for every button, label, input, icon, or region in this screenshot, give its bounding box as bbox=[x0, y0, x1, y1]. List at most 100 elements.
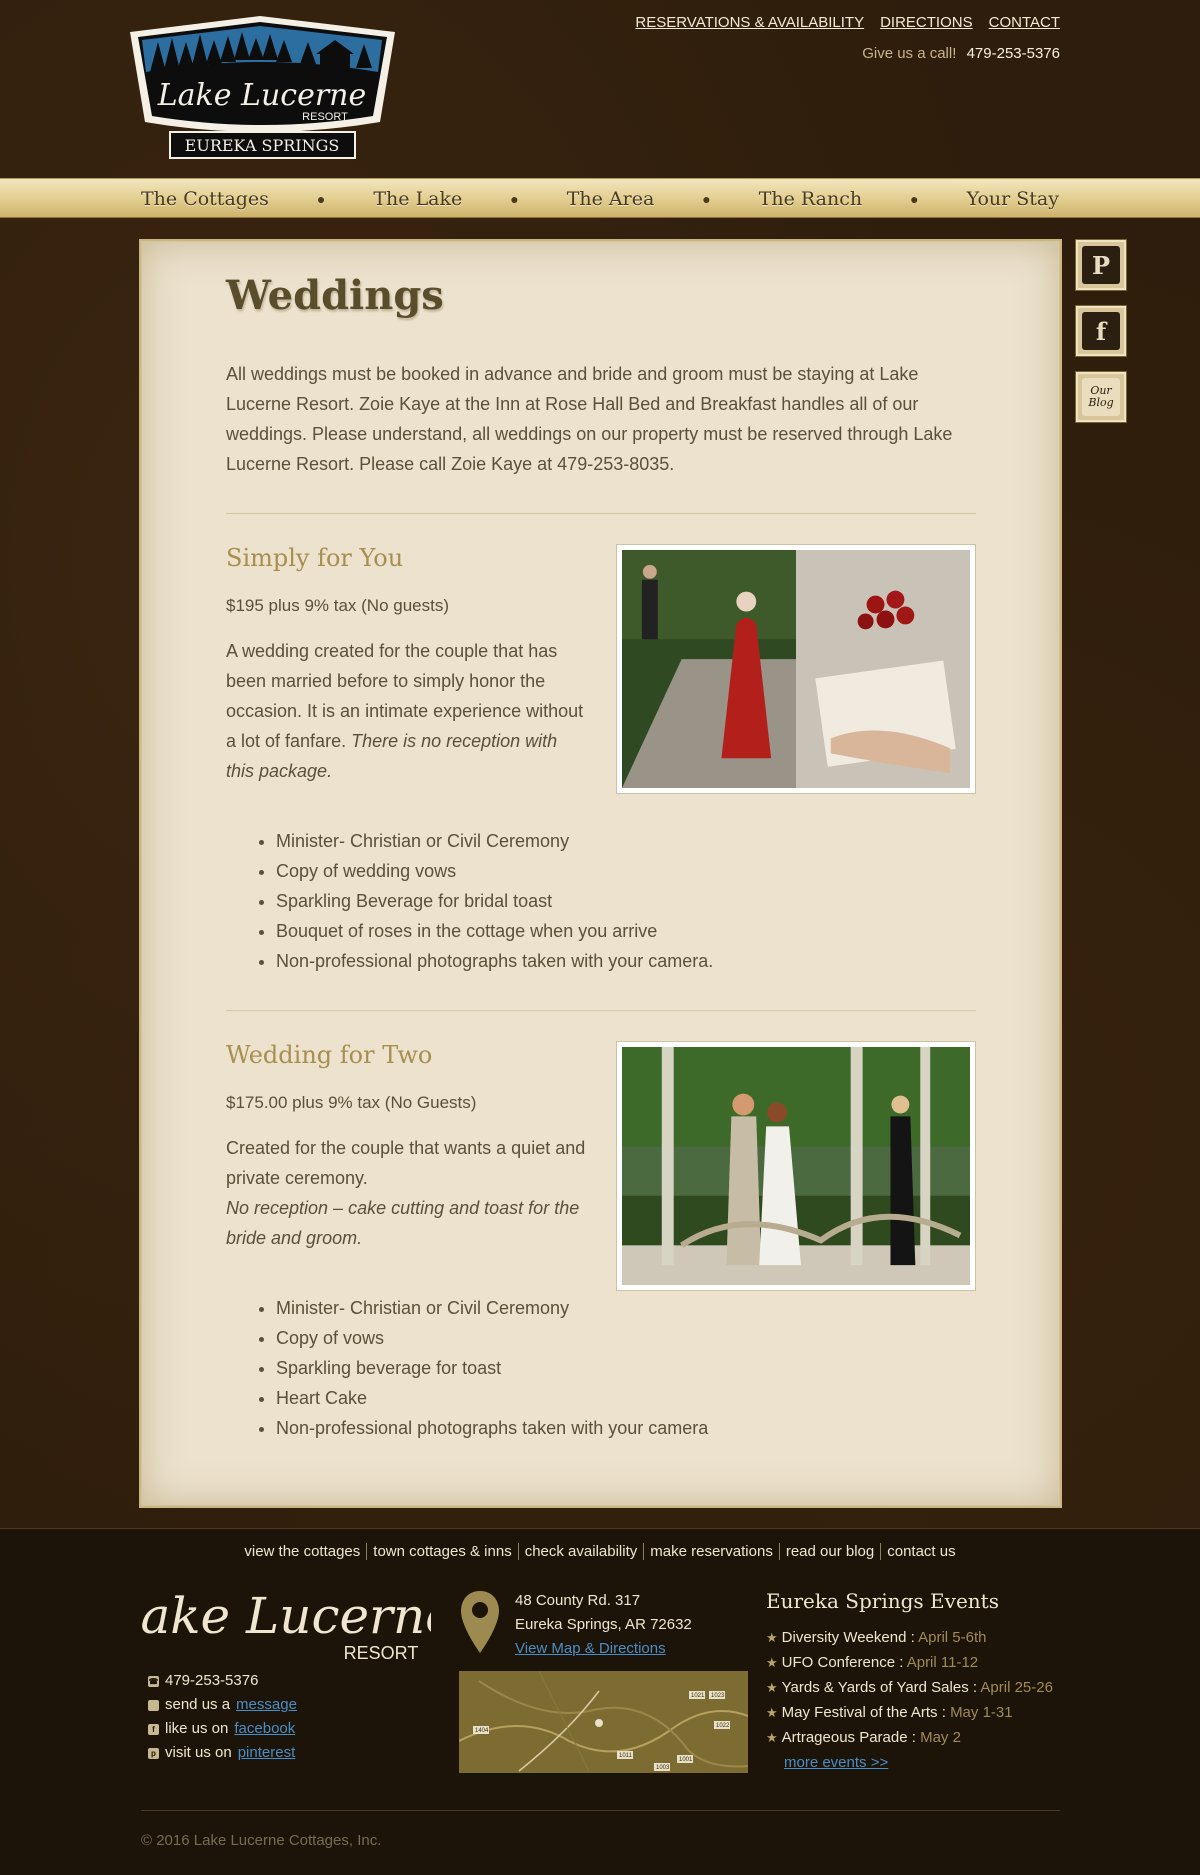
event-item[interactable]: ★ Diversity Weekend : April 5-6th bbox=[766, 1625, 1066, 1650]
nav-separator: ● bbox=[510, 191, 519, 207]
pinterest-link[interactable]: pinterest bbox=[238, 1741, 296, 1765]
event-item[interactable]: ★ May Festival of the Arts : May 1-31 bbox=[766, 1700, 1066, 1725]
call-us: Give us a call! 479-253-5376 bbox=[862, 45, 1060, 62]
list-item: Sparkling Beverage for bridal toast bbox=[276, 886, 976, 916]
intro-text: All weddings must be booked in advance a… bbox=[226, 364, 953, 474]
lake-lucerne-logo[interactable]: Lake Lucerne RESORT EUREKA SPRINGS bbox=[120, 12, 405, 164]
list-item: Copy of wedding vows bbox=[276, 856, 976, 886]
star-icon: ★ bbox=[766, 1705, 778, 1720]
svg-text:1001: 1001 bbox=[679, 1757, 693, 1763]
event-name: May Festival of the Arts : bbox=[781, 1704, 946, 1721]
footer-link-view-cottages[interactable]: view the cottages bbox=[238, 1543, 366, 1560]
svg-text:Lake Lucerne: Lake Lucerne bbox=[141, 1587, 431, 1645]
main-nav: The Cottages ● The Lake ● The Area ● The… bbox=[0, 178, 1200, 218]
nav-separator: ● bbox=[702, 191, 711, 207]
wedding-photo-image bbox=[622, 550, 970, 788]
nav-separator: ● bbox=[910, 191, 919, 207]
svg-text:1023: 1023 bbox=[711, 1693, 725, 1699]
nav-the-cottages[interactable]: The Cottages bbox=[141, 188, 269, 210]
svg-text:1003: 1003 bbox=[656, 1765, 670, 1771]
header-phone[interactable]: 479-253-5376 bbox=[967, 45, 1060, 62]
footer-link-make-reservations[interactable]: make reservations bbox=[643, 1543, 779, 1560]
footer-facebook-row: f like us on facebook bbox=[148, 1717, 297, 1741]
svg-text:Lake Lucerne: Lake Lucerne bbox=[157, 78, 367, 113]
blog-icon: Our Blog bbox=[1082, 378, 1120, 416]
footer-contact: ☎ 479-253-5376 send us a message f like us … bbox=[148, 1669, 297, 1765]
event-date: April 5-6th bbox=[918, 1629, 987, 1646]
events-panel: Eureka Springs Events ★ Diversity Weekend… bbox=[766, 1589, 1066, 1775]
nav-the-ranch[interactable]: The Ranch bbox=[759, 188, 862, 210]
footer-divider bbox=[141, 1810, 1060, 1811]
phone-icon: ☎ bbox=[148, 1675, 159, 1687]
event-item[interactable]: ★ Yards & Yards of Yard Sales : April 25-… bbox=[766, 1675, 1066, 1700]
package-wedding-for-two: Wedding for Two $175.00 plus 9% tax (No … bbox=[226, 1041, 976, 1443]
svg-text:RESORT: RESORT bbox=[302, 111, 348, 123]
footer-link-contact-us[interactable]: contact us bbox=[880, 1543, 961, 1560]
blog-button[interactable]: Our Blog bbox=[1076, 372, 1126, 422]
directions-link[interactable]: DIRECTIONS bbox=[880, 14, 973, 31]
facebook-button[interactable]: f bbox=[1076, 306, 1126, 356]
package-description: Created for the couple that wants a quie… bbox=[226, 1133, 586, 1253]
address-line2: Eureka Springs, AR 72632 bbox=[515, 1616, 692, 1633]
svg-text:EUREKA SPRINGS: EUREKA SPRINGS bbox=[185, 136, 340, 155]
footer-link-check-availability[interactable]: check availability bbox=[517, 1543, 644, 1560]
nav-the-area[interactable]: The Area bbox=[567, 188, 655, 210]
blog-icon-line2: Blog bbox=[1088, 396, 1114, 409]
event-name: Yards & Yards of Yard Sales : bbox=[781, 1679, 978, 1696]
list-item: Copy of vows bbox=[276, 1323, 976, 1353]
package-photo bbox=[616, 544, 976, 794]
nav-the-lake[interactable]: The Lake bbox=[373, 188, 462, 210]
event-date: April 25-26 bbox=[980, 1679, 1053, 1696]
package-desc-italic: No reception – cake cutting and toast fo… bbox=[226, 1198, 580, 1248]
section-divider bbox=[226, 513, 976, 514]
list-item: Non-professional photographs taken with … bbox=[276, 1413, 976, 1443]
contact-link[interactable]: CONTACT bbox=[989, 14, 1060, 31]
map-pin-icon bbox=[461, 1591, 499, 1653]
message-prefix: send us a bbox=[165, 1696, 231, 1713]
list-item: Heart Cake bbox=[276, 1383, 976, 1413]
star-icon: ★ bbox=[766, 1630, 778, 1645]
package-photo bbox=[616, 1041, 976, 1291]
footer-link-town-cottages[interactable]: town cottages & inns bbox=[366, 1543, 517, 1560]
call-label: Give us a call! bbox=[862, 45, 957, 62]
map-directions-link[interactable]: View Map & Directions bbox=[515, 1640, 666, 1657]
event-date: April 11-12 bbox=[906, 1654, 979, 1671]
list-item: Sparkling beverage for toast bbox=[276, 1353, 976, 1383]
event-item[interactable]: ★ Artrageous Parade : May 2 bbox=[766, 1725, 1066, 1750]
star-icon: ★ bbox=[766, 1680, 778, 1695]
page-title: Weddings bbox=[226, 272, 444, 319]
top-links: RESERVATIONS & AVAILABILITY DIRECTIONS C… bbox=[635, 14, 1060, 31]
main-content-panel: Weddings All weddings must be booked in … bbox=[141, 241, 1060, 1506]
copyright: © 2016 Lake Lucerne Cottages, Inc. bbox=[141, 1832, 382, 1849]
pinterest-button[interactable]: P bbox=[1076, 240, 1126, 290]
facebook-prefix: like us on bbox=[165, 1720, 229, 1737]
footer-phone-row: ☎ 479-253-5376 bbox=[148, 1669, 297, 1693]
footer-logo[interactable]: Lake Lucerne RESORT bbox=[141, 1585, 431, 1675]
package-description: A wedding created for the couple that ha… bbox=[226, 636, 586, 786]
footer-phone[interactable]: 479-253-5376 bbox=[165, 1669, 258, 1693]
event-item[interactable]: ★ UFO Conference : April 11-12 bbox=[766, 1650, 1066, 1675]
footer-pinterest-row: p visit us on pinterest bbox=[148, 1741, 297, 1765]
list-item: Minister- Christian or Civil Ceremony bbox=[276, 826, 976, 856]
facebook-icon: f bbox=[1082, 312, 1120, 350]
message-link[interactable]: message bbox=[236, 1693, 297, 1717]
footer-link-read-blog[interactable]: read our blog bbox=[778, 1543, 880, 1560]
facebook-link[interactable]: facebook bbox=[234, 1717, 295, 1741]
address-line1: 48 County Rd. 317 bbox=[515, 1592, 641, 1609]
package-features: Minister- Christian or Civil Ceremony Co… bbox=[276, 1293, 976, 1443]
reservations-link[interactable]: RESERVATIONS & AVAILABILITY bbox=[635, 14, 864, 31]
footer-map[interactable]: 1404 1021 1023 1022 1011 1001 1003 bbox=[459, 1671, 748, 1773]
events-title: Eureka Springs Events bbox=[766, 1589, 999, 1613]
site-header: Lake Lucerne RESORT EUREKA SPRINGS RESER… bbox=[0, 0, 1200, 178]
nav-your-stay[interactable]: Your Stay bbox=[967, 188, 1059, 210]
event-name: Artrageous Parade : bbox=[781, 1729, 916, 1746]
pinterest-icon: P bbox=[1082, 246, 1120, 284]
footer-nav: view the cottages town cottages & inns c… bbox=[0, 1543, 1200, 1560]
chat-icon bbox=[148, 1699, 159, 1711]
event-name: UFO Conference : bbox=[781, 1654, 904, 1671]
more-events-link[interactable]: more events >> bbox=[784, 1754, 888, 1771]
wedding-photo-image bbox=[622, 1047, 970, 1285]
svg-text:1404: 1404 bbox=[475, 1728, 489, 1734]
svg-text:RESORT: RESORT bbox=[344, 1643, 419, 1663]
site-footer: view the cottages town cottages & inns c… bbox=[0, 1528, 1200, 1875]
